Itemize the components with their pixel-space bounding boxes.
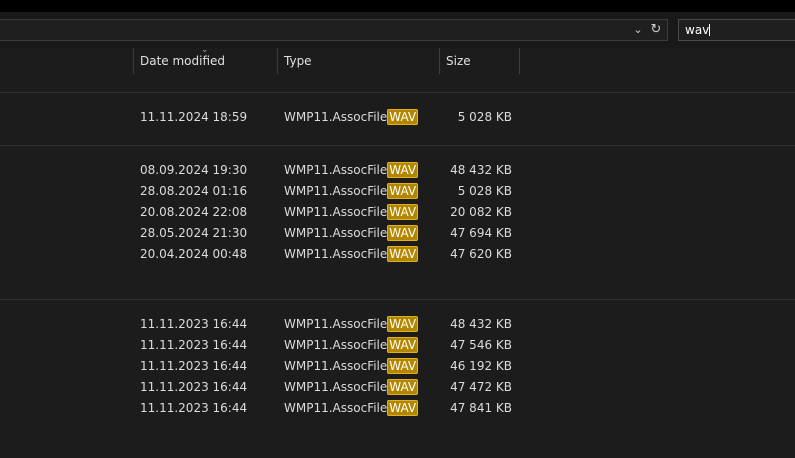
type-cell: WMP11.AssocFile WAV [284, 223, 419, 244]
size-cell: 20 082 KB [450, 205, 512, 219]
type-cell: WMP11.AssocFile WAV [284, 356, 419, 377]
file-row[interactable]: 11.11.2024 18:59 WMP11.AssocFile WAV 5 02… [0, 107, 795, 128]
column-header-type[interactable]: Type [278, 48, 439, 74]
type-cell: WMP11.AssocFile WAV [284, 377, 419, 398]
search-match-highlight: WAV [387, 337, 419, 353]
size-cell: 47 620 KB [450, 247, 512, 261]
size-cell: 47 694 KB [450, 226, 512, 240]
file-row[interactable]: 11.11.2023 16:44 WMP11.AssocFile WAV 48 4… [0, 314, 795, 335]
type-cell: WMP11.AssocFile WAV [284, 202, 419, 223]
size-cell: 47 546 KB [450, 338, 512, 352]
type-cell: WMP11.AssocFile WAV [284, 314, 419, 335]
search-match-highlight: WAV [387, 204, 419, 220]
search-match-highlight: WAV [387, 183, 419, 199]
date-modified-cell: 11.11.2023 16:44 [140, 380, 248, 394]
file-list: Date modified ⌄ Type Size 11.11.2024 18:… [0, 45, 795, 458]
size-cell: 48 432 KB [450, 163, 512, 177]
refresh-icon[interactable]: ↻ [648, 22, 664, 38]
column-header-row: Date modified ⌄ Type Size [0, 45, 795, 74]
chevron-down-icon[interactable]: ⌄ [631, 22, 645, 38]
address-bar[interactable]: ⌄ ↻ [0, 19, 668, 41]
date-modified-cell: 11.11.2023 16:44 [140, 338, 248, 352]
search-input[interactable]: wav [678, 19, 795, 41]
column-header-label: Size [446, 54, 471, 68]
type-cell: WMP11.AssocFile WAV [284, 398, 419, 419]
date-modified-cell: 11.11.2023 16:44 [140, 359, 248, 373]
file-row[interactable]: 11.11.2023 16:44 WMP11.AssocFile WAV 47 5… [0, 335, 795, 356]
file-row[interactable]: 28.05.2024 21:30 WMP11.AssocFile WAV 47 6… [0, 223, 795, 244]
date-modified-cell: 11.11.2023 16:44 [140, 317, 248, 331]
date-modified-cell: 28.08.2024 01:16 [140, 184, 248, 198]
type-text: WMP11.AssocFile [284, 110, 388, 124]
date-modified-cell: 20.08.2024 22:08 [140, 205, 248, 219]
window-top-strip [0, 0, 795, 12]
file-row[interactable]: 11.11.2023 16:44 WMP11.AssocFile WAV 47 4… [0, 377, 795, 398]
search-match-highlight: WAV [387, 316, 419, 332]
search-match-highlight: WAV [387, 400, 419, 416]
type-text: WMP11.AssocFile [284, 380, 388, 394]
size-cell: 46 192 KB [450, 359, 512, 373]
type-text: WMP11.AssocFile [284, 359, 388, 373]
file-row[interactable]: 08.09.2024 19:30 WMP11.AssocFile WAV 48 4… [0, 160, 795, 181]
sort-descending-icon: ⌄ [201, 45, 209, 55]
type-cell: WMP11.AssocFile WAV [284, 335, 419, 356]
search-match-highlight: WAV [387, 109, 419, 125]
search-match-highlight: WAV [387, 225, 419, 241]
column-divider[interactable] [519, 48, 520, 74]
type-text: WMP11.AssocFile [284, 317, 388, 331]
column-header-size[interactable]: Size [440, 48, 519, 74]
type-text: WMP11.AssocFile [284, 226, 388, 240]
text-caret [709, 24, 711, 36]
type-cell: WMP11.AssocFile WAV [284, 181, 419, 202]
date-modified-cell: 08.09.2024 19:30 [140, 163, 248, 177]
search-input-value: wav [685, 23, 710, 37]
file-row[interactable]: 20.08.2024 22:08 WMP11.AssocFile WAV 20 0… [0, 202, 795, 223]
column-header-label: Type [284, 54, 312, 68]
size-cell: 47 841 KB [450, 401, 512, 415]
type-text: WMP11.AssocFile [284, 163, 388, 177]
search-match-highlight: WAV [387, 358, 419, 374]
type-text: WMP11.AssocFile [284, 184, 388, 198]
column-header-label: Date modified [140, 54, 226, 68]
file-row[interactable]: 20.04.2024 00:48 WMP11.AssocFile WAV 47 6… [0, 244, 795, 265]
type-cell: WMP11.AssocFile WAV [284, 244, 419, 265]
file-row[interactable]: 11.11.2023 16:44 WMP11.AssocFile WAV 47 8… [0, 398, 795, 419]
size-cell: 47 472 KB [450, 380, 512, 394]
type-text: WMP11.AssocFile [284, 247, 388, 261]
date-modified-cell: 11.11.2024 18:59 [140, 110, 248, 124]
search-match-highlight: WAV [387, 162, 419, 178]
type-text: WMP11.AssocFile [284, 401, 388, 415]
group-divider [0, 299, 795, 300]
search-match-highlight: WAV [387, 379, 419, 395]
file-row[interactable]: 28.08.2024 01:16 WMP11.AssocFile WAV 5 02… [0, 181, 795, 202]
toolbar: ⌄ ↻ wav [0, 12, 795, 48]
type-text: WMP11.AssocFile [284, 205, 388, 219]
date-modified-cell: 28.05.2024 21:30 [140, 226, 248, 240]
size-cell: 5 028 KB [457, 184, 512, 198]
type-text: WMP11.AssocFile [284, 338, 388, 352]
group-divider [0, 145, 795, 146]
size-cell: 48 432 KB [450, 317, 512, 331]
date-modified-cell: 20.04.2024 00:48 [140, 247, 248, 261]
type-cell: WMP11.AssocFile WAV [284, 107, 419, 128]
search-match-highlight: WAV [387, 246, 419, 262]
file-row[interactable]: 11.11.2023 16:44 WMP11.AssocFile WAV 46 1… [0, 356, 795, 377]
type-cell: WMP11.AssocFile WAV [284, 160, 419, 181]
date-modified-cell: 11.11.2023 16:44 [140, 401, 248, 415]
group-divider [0, 92, 795, 93]
size-cell: 5 028 KB [457, 110, 512, 124]
